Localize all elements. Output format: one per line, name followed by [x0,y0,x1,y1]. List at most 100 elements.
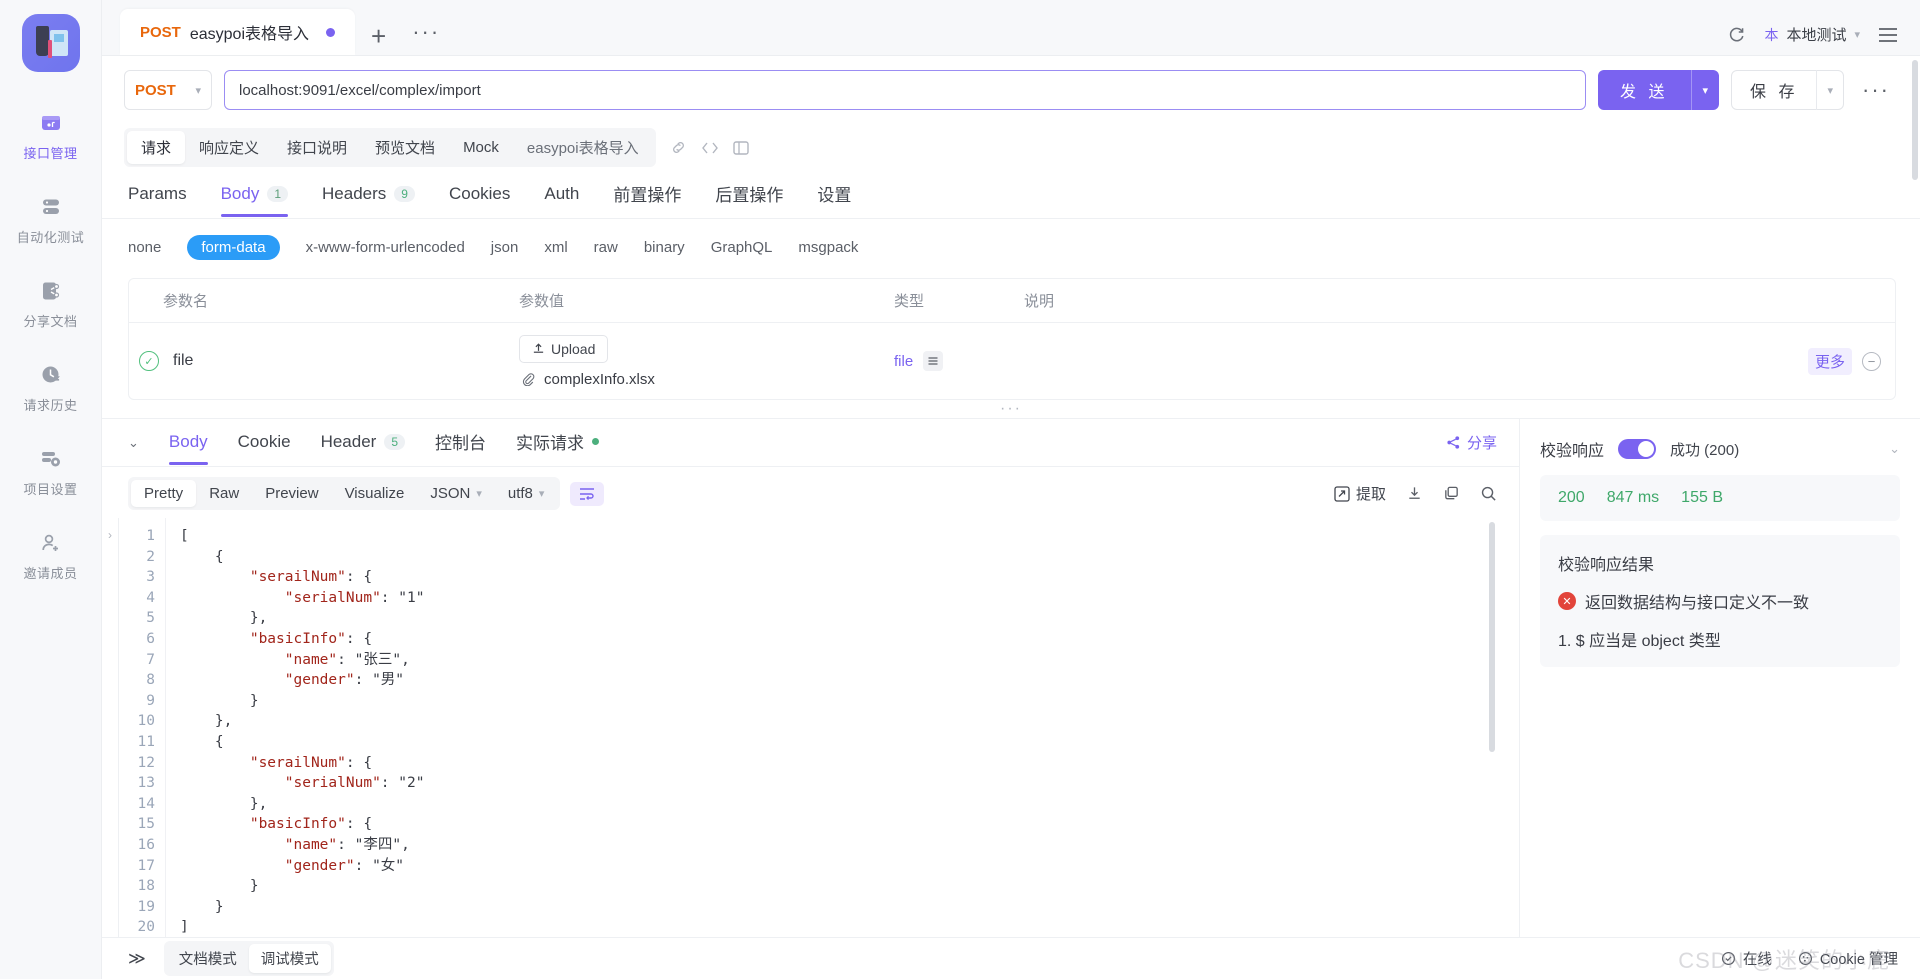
remove-row-icon[interactable]: − [1862,351,1881,371]
view-tab-preview[interactable]: Preview [252,480,331,507]
chevron-down-icon[interactable]: ⌄ [1889,441,1900,457]
tab-cookies[interactable]: Cookies [449,184,510,216]
subtab-response-def[interactable]: 响应定义 [185,131,273,164]
mode-debug[interactable]: 调试模式 [248,944,331,973]
paperclip-icon [521,372,535,386]
param-type-cell[interactable]: file [894,351,1024,371]
form-data-table: 参数名 参数值 类型 说明 ✓ file Upload complexInfo.… [128,278,1896,400]
subtab-api-desc[interactable]: 接口说明 [273,131,361,164]
new-tab-button[interactable]: + [355,23,402,55]
extract-button[interactable]: 提取 [1334,483,1386,504]
environment-selector[interactable]: 本 本地测试 ▾ [1764,24,1860,45]
body-type-raw[interactable]: raw [594,239,618,256]
online-status[interactable]: 在线 [1721,948,1772,969]
view-tab-raw[interactable]: Raw [196,480,252,507]
body-type-binary[interactable]: binary [644,239,685,256]
body-type-xml[interactable]: xml [544,239,567,256]
save-button[interactable]: 保 存 ▾ [1731,70,1845,110]
sidebar-item-automation-test[interactable]: 自动化测试 [0,182,101,252]
sidebar-item-api-manage[interactable]: 接口管理 [0,98,101,168]
response-tabs: ⌄ Body Cookie Header 5 控制台 实际请求 分享 [102,419,1519,467]
sidebar-item-share-doc[interactable]: 分享文档 [0,266,101,336]
subtab-request[interactable]: 请求 [127,131,186,164]
type-switch-icon[interactable] [923,351,944,371]
validation-panel: 校验响应 成功 (200) ⌄ 200 847 ms 155 B 校验响应结果 … [1520,419,1920,937]
share-response-button[interactable]: 分享 [1446,432,1497,463]
upload-icon [532,342,545,355]
response-toolbar-actions: 提取 [1334,483,1497,504]
code-collapse-handle[interactable]: › [102,518,118,937]
tab-settings[interactable]: 设置 [817,181,851,218]
link-icon[interactable] [670,139,687,156]
panel-icon[interactable] [732,140,749,156]
tab-headers[interactable]: Headers 9 [322,184,415,216]
code-vertical-scrollbar[interactable] [1489,518,1497,937]
wrap-lines-icon[interactable] [570,481,605,506]
body-type-msgpack[interactable]: msgpack [798,239,858,256]
format-select[interactable]: JSON ▾ [417,480,495,507]
tab-auth[interactable]: Auth [544,184,579,216]
sidebar-item-label: 请求历史 [23,398,78,413]
response-time: 847 ms [1606,489,1660,506]
response-tab-actual-request[interactable]: 实际请求 [516,429,600,466]
tab-body[interactable]: Body 1 [220,184,289,217]
url-more-button[interactable]: ··· [1856,77,1896,103]
tab-label: Params [128,183,187,203]
hamburger-menu-icon[interactable] [1878,27,1898,43]
sidebar-item-request-history[interactable]: 请求历史 [0,350,101,420]
response-tab-console[interactable]: 控制台 [435,429,486,466]
json-code-block[interactable]: 1 2 3 4 5 6 7 8 9 10 11 12 13 14 15 16 17 18 19 20 [ { "ser… [118,518,1497,937]
tab-label: Header [320,431,377,451]
app-logo[interactable] [21,14,80,72]
body-type-json[interactable]: json [491,239,519,256]
subtab-mock[interactable]: Mock [449,133,513,162]
body-type-none[interactable]: none [128,239,161,256]
send-button[interactable]: 发 送 ▾ [1598,70,1720,110]
tab-post-operation[interactable]: 后置操作 [715,181,783,218]
response-tab-header[interactable]: Header 5 [320,431,406,464]
view-tab-visualize[interactable]: Visualize [332,480,418,507]
save-dropdown-chevron-icon[interactable]: ▾ [1817,84,1843,97]
validation-error-summary: ✕ 返回数据结构与接口定义不一致 [1558,589,1882,613]
sidebar-item-project-settings[interactable]: 项目设置 [0,434,101,504]
row-more-button[interactable]: 更多 [1807,347,1852,375]
subtab-preview-doc[interactable]: 预览文档 [361,131,449,164]
refresh-icon[interactable] [1727,25,1746,44]
param-name-cell[interactable]: ✓ file [129,351,519,371]
format-select-value: JSON [430,485,471,502]
encoding-select[interactable]: utf8 ▾ [495,480,558,507]
panel-splitter[interactable]: ··· [102,400,1920,418]
tab-title: easypoi表格导入 [189,26,309,43]
download-icon[interactable] [1406,485,1423,502]
body-type-form-data[interactable]: form-data [187,235,280,260]
http-method-select[interactable]: POST ▾ [124,70,212,110]
upload-button[interactable]: Upload [519,334,609,363]
code-icon[interactable] [701,140,719,156]
page-vertical-scrollbar[interactable] [1912,60,1918,180]
tab-params[interactable]: Params [128,184,187,216]
collapse-response-icon[interactable]: ⌄ [128,435,139,461]
row-enabled-checkbox[interactable]: ✓ [139,351,159,371]
send-dropdown-chevron-icon[interactable]: ▾ [1692,84,1720,97]
validation-toggle[interactable] [1618,439,1657,459]
document-tab-easypoi[interactable]: POST easypoi表格导入 [120,9,355,55]
save-button-label: 保 存 [1750,84,1799,101]
view-tab-pretty[interactable]: Pretty [131,480,197,507]
response-tab-cookie[interactable]: Cookie [238,432,291,464]
search-icon[interactable] [1480,485,1497,502]
response-tab-body[interactable]: Body [168,432,208,465]
sidebar-item-invite-member[interactable]: 邀请成员 [0,518,101,588]
body-type-graphql[interactable]: GraphQL [711,239,773,256]
tab-pre-operation[interactable]: 前置操作 [613,181,681,218]
mode-doc[interactable]: 文档模式 [167,944,249,973]
copy-icon[interactable] [1443,485,1460,502]
expand-sidebar-button[interactable]: ≫ [128,949,146,969]
api-manage-icon [38,110,64,136]
subtab-easypoi[interactable]: easypoi表格导入 [513,131,653,164]
uploaded-file-chip[interactable]: complexInfo.xlsx [519,371,894,388]
body-type-urlencoded[interactable]: x-www-form-urlencoded [306,239,465,256]
tab-overflow-button[interactable]: ··· [402,21,450,55]
url-input[interactable]: localhost:9091/excel/complex/import [224,70,1587,110]
cookie-manager-button[interactable]: Cookie 管理 [1798,948,1898,969]
mode-switch: 文档模式 调试模式 [163,941,334,976]
